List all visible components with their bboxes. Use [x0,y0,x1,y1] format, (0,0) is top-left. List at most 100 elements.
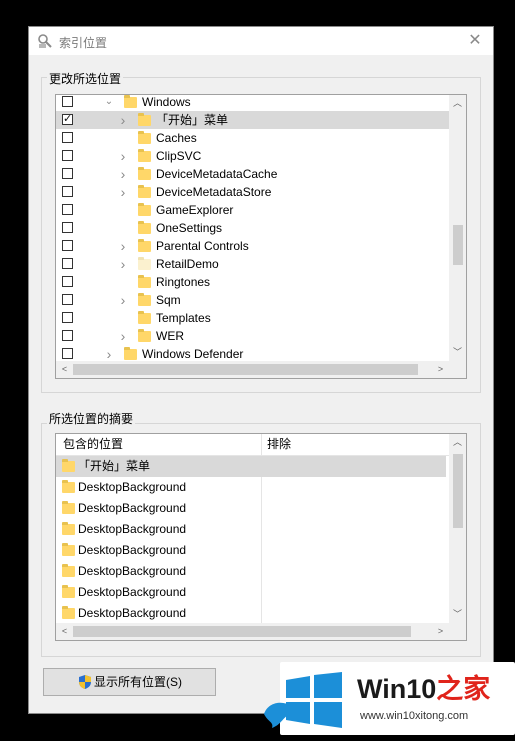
tree-item-checkbox[interactable] [62,312,73,323]
folder-icon [124,347,137,360]
column-included[interactable]: 包含的位置 [63,434,123,454]
scroll-up-icon[interactable]: ︿ [449,95,466,112]
tree-item-checkbox[interactable] [62,258,73,269]
tree-item-checkbox[interactable] [62,294,73,305]
chevron-right-icon[interactable]: › [118,327,128,345]
tree-item[interactable]: Templates [56,309,450,327]
tree-item-checkbox[interactable] [62,240,73,251]
summary-horizontal-scrollbar[interactable]: < > [56,623,466,640]
summary-hscroll-thumb[interactable] [73,626,411,637]
tree-item[interactable]: › DeviceMetadataCache [56,165,450,183]
tree-item-label: GameExplorer [156,203,234,217]
tree-item-checkbox[interactable] [62,222,73,233]
tree-item-checkbox[interactable] [62,330,73,341]
tree-item[interactable]: › ClipSVC [56,147,450,165]
folder-icon [138,113,151,126]
show-all-label: 显示所有位置(S) [94,675,182,689]
folder-icon [138,149,151,162]
tree-item[interactable]: › Parental Controls [56,237,450,255]
summary-scroll-thumb[interactable] [453,454,463,528]
tree-item[interactable]: › 「开始」菜单 [56,110,450,129]
chevron-right-icon[interactable]: › [118,165,128,183]
folder-tree[interactable]: ⌄ Windows › 「开始」菜单 Caches › ClipSVC › DeviceMeta… [55,94,467,379]
tree-item-label: Windows [142,95,191,109]
indexing-app-icon [38,34,52,48]
show-all-locations-button[interactable]: 显示所有位置(S) [43,668,216,696]
folder-icon [62,543,75,556]
tree-item-checkbox[interactable] [62,168,73,179]
close-button[interactable]: ✕ [465,31,485,51]
tree-vertical-scrollbar[interactable]: ︿ ﹀ [449,95,466,361]
summary-row[interactable]: DesktopBackground [56,540,446,561]
change-locations-legend: 更改所选位置 [47,70,124,87]
scroll-up-icon[interactable]: ︿ [449,434,466,451]
scroll-down-icon[interactable]: ﹀ [449,344,466,361]
tree-item[interactable]: GameExplorer [56,201,450,219]
scroll-right-icon[interactable]: > [432,361,449,378]
included-location: DesktopBackground [78,543,187,557]
tree-item[interactable]: Caches [56,129,450,147]
scroll-left-icon[interactable]: < [56,361,73,378]
brand-text: Win10 [357,674,437,704]
tree-item-label: OneSettings [156,221,223,235]
tree-hscroll-thumb[interactable] [73,364,418,375]
column-excluded[interactable]: 排除 [267,434,291,454]
tree-item-checkbox[interactable] [62,132,73,143]
tree-item[interactable]: › RetailDemo [56,255,450,273]
chevron-right-icon[interactable]: › [118,147,128,165]
summary-row[interactable]: 「开始」菜单 [56,456,446,477]
chevron-right-icon[interactable]: › [118,255,128,273]
tree-item-checkbox[interactable] [62,150,73,161]
tree-item-label: Templates [156,311,211,325]
tree-item-label: Parental Controls [156,239,249,253]
tree-item-checkbox[interactable] [62,348,73,359]
folder-icon [62,522,75,535]
included-location: DesktopBackground [78,501,187,515]
tree-item[interactable]: › Sqm [56,291,450,309]
summary-vertical-scrollbar[interactable]: ︿ ﹀ [449,434,466,623]
scroll-left-icon[interactable]: < [56,623,73,640]
chevron-right-icon[interactable]: › [118,183,128,201]
summary-row[interactable]: DesktopBackground [56,498,446,519]
tree-item-label: Ringtones [156,275,211,289]
tree-item-checkbox[interactable] [62,186,73,197]
tree-item-label: Caches [156,131,197,145]
summary-table[interactable]: 包含的位置 排除 「开始」菜单 DesktopBackground DesktopB… [55,433,467,641]
summary-row[interactable]: DesktopBackground [56,477,446,498]
summary-header: 包含的位置 排除 [56,434,450,640]
close-icon: ✕ [468,32,482,49]
included-location: DesktopBackground [78,564,187,578]
folder-icon [62,585,75,598]
summary-row[interactable]: DesktopBackground [56,561,446,582]
watermark: Win10之家 www.win10xitong.com [264,660,515,735]
tree-item[interactable]: › DeviceMetadataStore [56,183,450,201]
window-title: 索引位置 [59,36,108,50]
tree-horizontal-scrollbar[interactable]: < > [56,361,466,378]
scroll-right-icon[interactable]: > [432,623,449,640]
tree-item-checkbox[interactable] [62,204,73,215]
tree-item[interactable]: Ringtones [56,273,450,291]
chevron-right-icon[interactable]: › [118,237,128,255]
tree-item[interactable]: › WER [56,327,450,345]
folder-icon [62,459,75,472]
folder-icon [62,480,75,493]
folder-icon [124,95,137,108]
summary-row[interactable]: DesktopBackground [56,582,446,603]
tree-item-checkbox[interactable] [62,110,73,128]
scroll-down-icon[interactable]: ﹀ [449,606,466,623]
chevron-right-icon[interactable]: › [118,111,128,129]
chevron-down-icon[interactable]: ⌄ [104,95,114,111]
tree-item[interactable]: ⌄ Windows [56,95,450,111]
tree-item-checkbox[interactable] [62,276,73,287]
tree-item[interactable]: OneSettings [56,219,450,237]
summary-legend: 所选位置的摘要 [47,410,136,427]
tree-item-checkbox[interactable] [62,96,73,107]
indexing-locations-dialog: 索引位置 ✕ 更改所选位置 ⌄ Windows › 「开始」菜单 Caches › Clip… [28,26,494,714]
title-bar: 索引位置 ✕ [29,27,493,55]
summary-row[interactable]: DesktopBackground [56,519,446,540]
folder-icon [138,203,151,216]
summary-row[interactable]: DesktopBackground [56,603,446,624]
folder-icon [62,501,75,514]
tree-scroll-thumb[interactable] [453,225,463,265]
chevron-right-icon[interactable]: › [118,291,128,309]
